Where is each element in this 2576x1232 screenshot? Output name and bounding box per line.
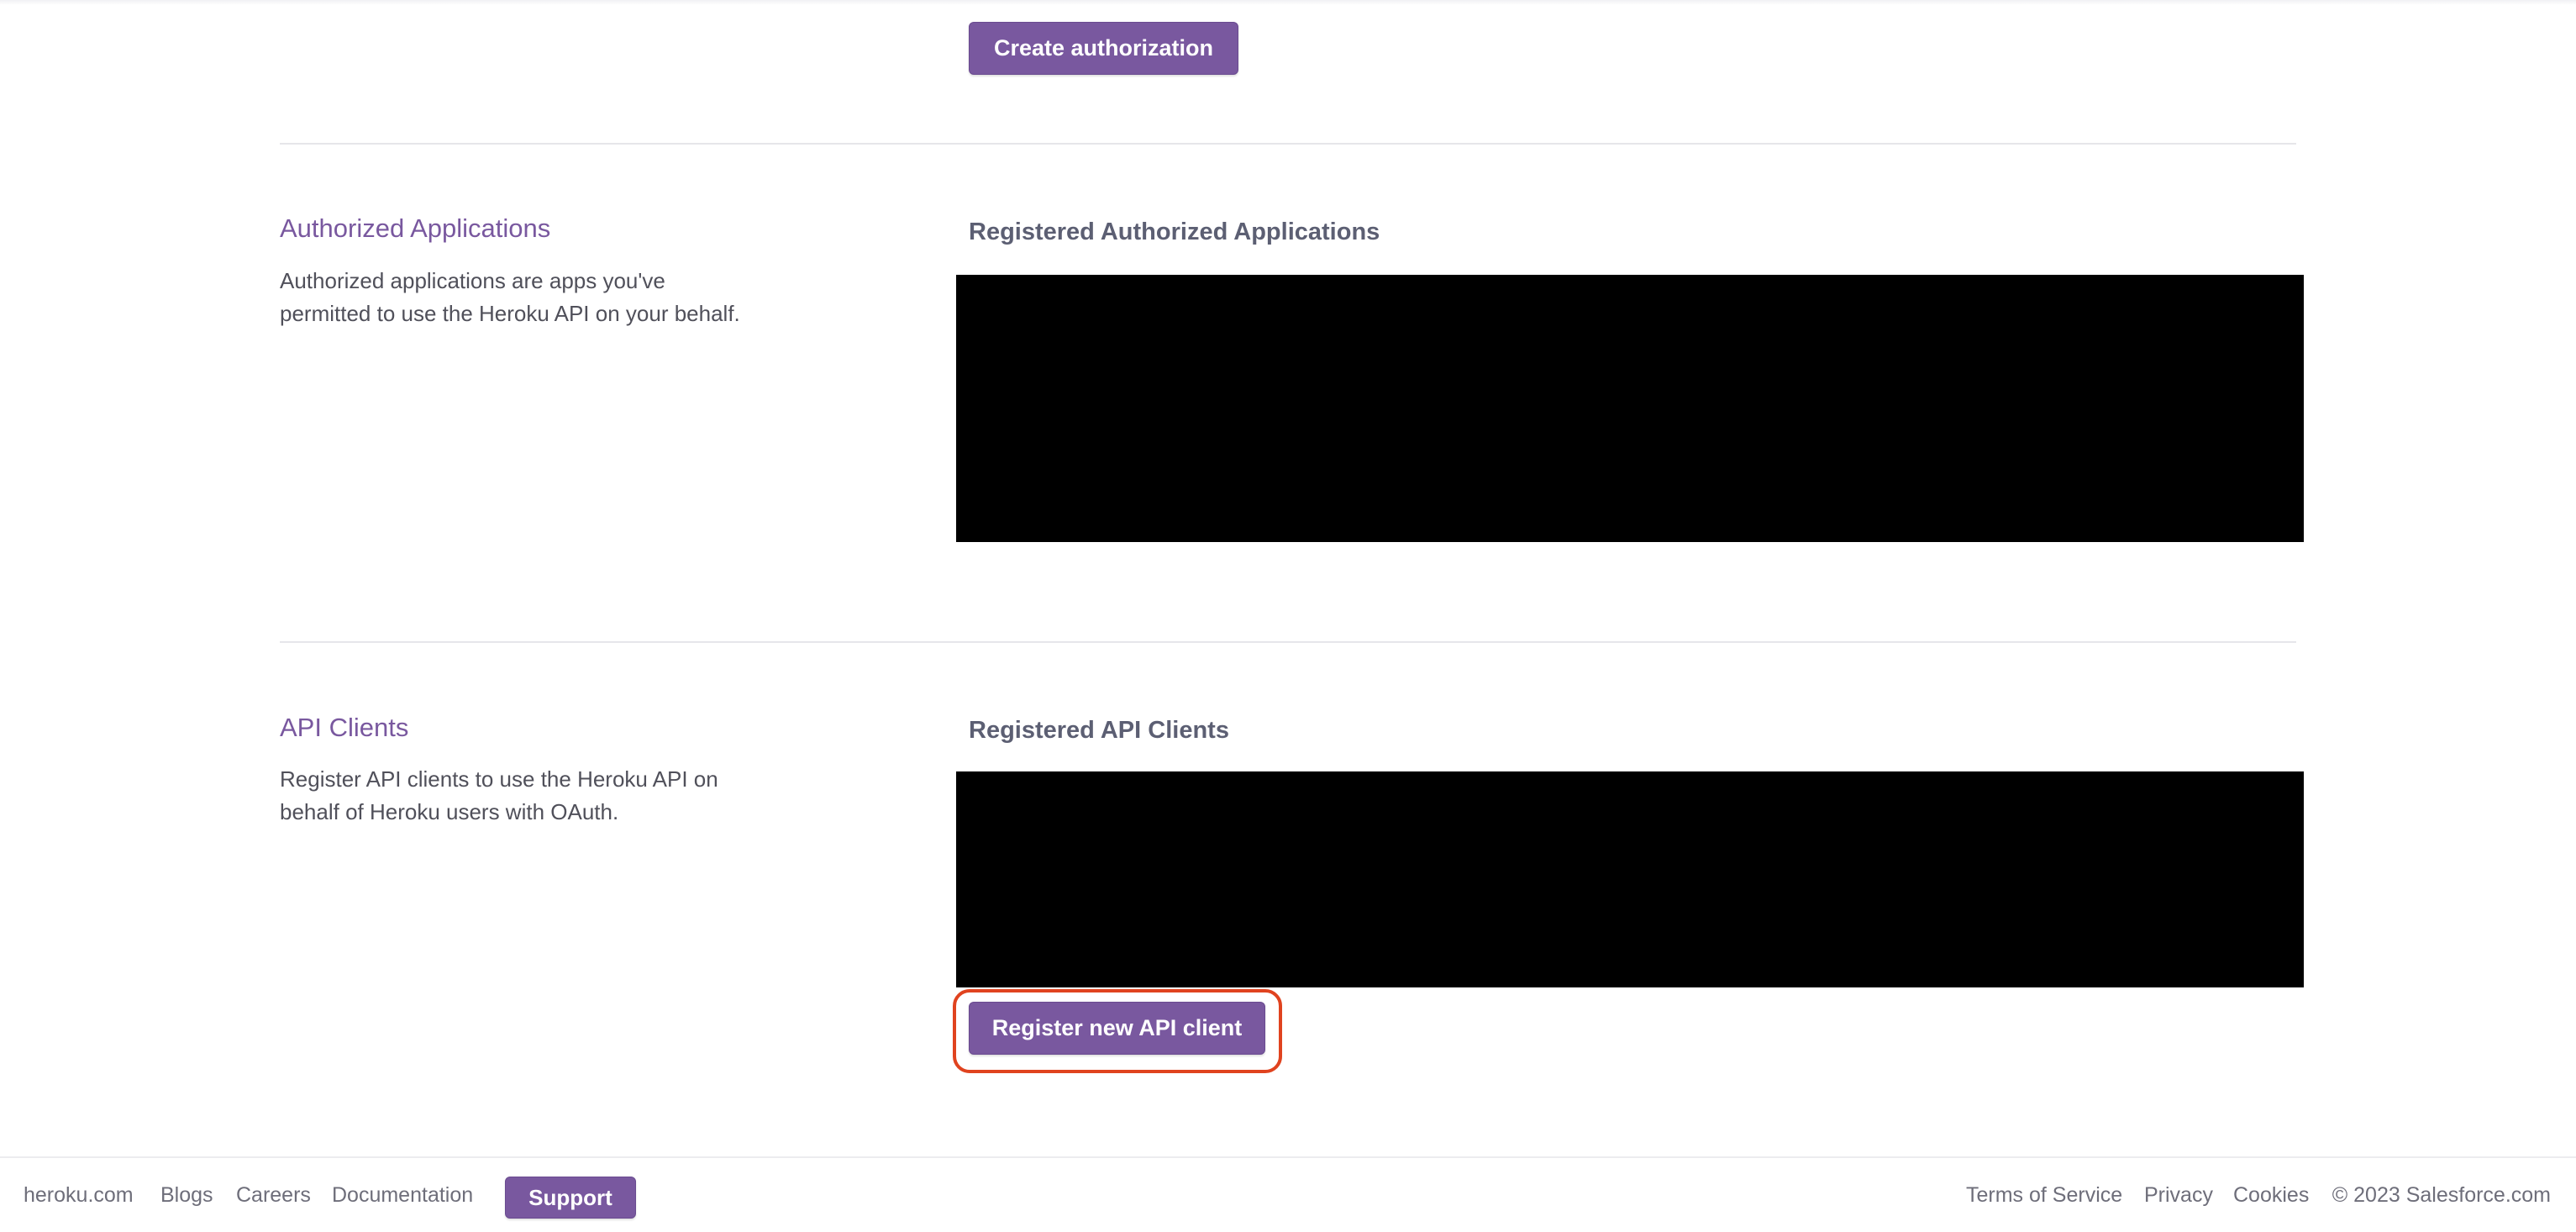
footer-link-blogs[interactable]: Blogs [160,1183,213,1208]
footer-link-terms[interactable]: Terms of Service [1966,1183,2122,1208]
create-authorization-button[interactable]: Create authorization [969,22,1238,75]
section-divider [280,143,2296,145]
footer: heroku.com Blogs Careers Documentation S… [0,1156,2576,1232]
registered-authorized-applications-title: Registered Authorized Applications [969,218,1380,245]
register-new-api-client-button[interactable]: Register new API client [969,1002,1265,1055]
footer-link-heroku[interactable]: heroku.com [24,1183,134,1208]
footer-link-privacy[interactable]: Privacy [2144,1183,2213,1208]
authorized-applications-title: Authorized Applications [280,213,551,243]
authorized-applications-description: Authorized applications are apps you've … [280,268,740,326]
api-clients-title: API Clients [280,713,409,742]
api-clients-list-redacted [956,771,2304,987]
footer-link-careers[interactable]: Careers [236,1183,311,1208]
footer-support-button[interactable]: Support [505,1177,636,1219]
top-edge-shadow [0,0,2576,5]
registered-api-clients-title: Registered API Clients [969,717,1229,744]
footer-copyright: © 2023 Salesforce.com [2332,1183,2551,1207]
footer-link-documentation[interactable]: Documentation [332,1183,473,1208]
footer-link-cookies[interactable]: Cookies [2233,1183,2309,1208]
section-divider [280,641,2296,643]
authorized-applications-list-redacted [956,275,2304,542]
account-applications-page: Create authorization Authorized Applicat… [0,0,2576,1232]
api-clients-description: Register API clients to use the Heroku A… [280,766,718,824]
